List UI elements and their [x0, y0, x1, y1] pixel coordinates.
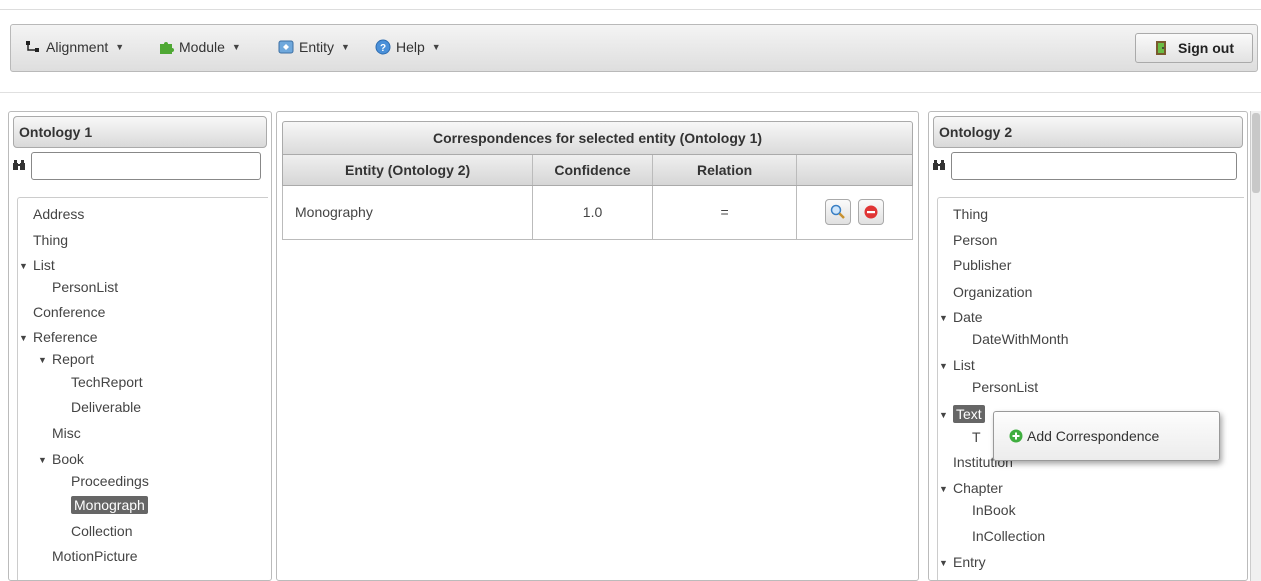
tree-node[interactable]: MotionPicture — [52, 548, 138, 564]
expand-toggle-icon[interactable]: ▼ — [939, 558, 948, 568]
menu-help[interactable]: ? Help ▼ — [375, 39, 441, 55]
add-correspondence-menu-item[interactable]: Add Correspondence — [1027, 428, 1159, 444]
tree-node[interactable]: Reference — [33, 329, 98, 345]
door-exit-icon — [1156, 41, 1166, 55]
tree-node[interactable]: Misc — [52, 425, 81, 441]
ontology1-title: Ontology 1 — [13, 116, 267, 148]
column-header-relation[interactable]: Relation — [653, 155, 798, 185]
correspondences-panel: Correspondences for selected entity (Ont… — [276, 111, 919, 581]
tree-node[interactable]: Entry — [953, 554, 986, 570]
caret-down-icon: ▼ — [115, 42, 125, 52]
help-icon: ? — [375, 39, 391, 55]
tree-node[interactable]: Text — [953, 405, 985, 423]
tree-node[interactable]: TechReport — [71, 374, 143, 390]
tree-node[interactable]: PersonList — [52, 279, 118, 295]
delete-correspondence-button[interactable] — [858, 199, 885, 225]
tree-node[interactable]: DateWithMonth — [972, 331, 1068, 347]
ontology2-search-input[interactable] — [951, 152, 1237, 180]
alignment-icon — [26, 41, 39, 52]
correspondences-header: Entity (Ontology 2) Confidence Relation — [282, 155, 913, 186]
svg-text:?: ? — [380, 43, 386, 54]
ontology1-panel: Ontology 1 Address Thing ▼ List PersonList Co… — [8, 111, 272, 581]
binoculars-icon — [13, 160, 25, 170]
menu-entity-label: Entity — [299, 39, 335, 55]
menu-alignment-label: Alignment — [46, 39, 109, 55]
view-correspondence-button[interactable] — [825, 199, 852, 225]
tree-node[interactable]: Proceedings — [71, 473, 149, 489]
tree-node[interactable]: Monograph — [71, 496, 148, 514]
add-circle-icon — [1009, 429, 1023, 443]
tree-node[interactable]: Chapter — [953, 480, 1003, 496]
column-header-entity[interactable]: Entity (Ontology 2) — [283, 155, 534, 185]
caret-down-icon: ▼ — [231, 42, 241, 52]
cell-actions — [797, 186, 912, 239]
remove-icon — [864, 205, 878, 219]
tree-node[interactable]: T — [972, 429, 981, 445]
caret-down-icon: ▼ — [431, 42, 441, 52]
ontology2-tree: Thing Person Publisher Organization ▼ Date Dat… — [937, 197, 1244, 580]
top-divider — [0, 9, 1261, 10]
toolbar-divider — [0, 92, 1261, 93]
tree-node[interactable]: Deliverable — [71, 399, 141, 415]
page-scrollbar[interactable] — [1250, 111, 1261, 581]
puzzle-icon — [160, 42, 174, 54]
tree-node[interactable]: InBook — [972, 502, 1016, 518]
tree-node[interactable]: Date — [953, 309, 983, 325]
expand-toggle-icon[interactable]: ▼ — [939, 313, 948, 323]
tree-node[interactable]: List — [953, 357, 975, 373]
expand-toggle-icon[interactable]: ▼ — [38, 455, 47, 465]
table-row[interactable]: Monography 1.0 = — [282, 186, 913, 240]
entity-icon — [278, 40, 294, 54]
menu-entity[interactable]: Entity ▼ — [278, 39, 350, 55]
binoculars-icon — [933, 160, 945, 170]
scrollbar-thumb[interactable] — [1252, 113, 1260, 193]
ontology2-title: Ontology 2 — [933, 116, 1243, 148]
expand-toggle-icon[interactable]: ▼ — [19, 333, 28, 343]
expand-toggle-icon[interactable]: ▼ — [38, 355, 47, 365]
tree-node[interactable]: List — [33, 257, 55, 273]
expand-toggle-icon[interactable]: ▼ — [939, 361, 948, 371]
tree-node[interactable]: Publisher — [953, 257, 1011, 273]
cell-confidence: 1.0 — [533, 186, 653, 239]
ontology1-search-input[interactable] — [31, 152, 261, 180]
menu-alignment[interactable]: Alignment ▼ — [25, 39, 124, 55]
expand-toggle-icon[interactable]: ▼ — [19, 261, 28, 271]
tree-node[interactable]: InCollection — [972, 528, 1045, 544]
main-toolbar: Alignment ▼ Module ▼ Entity ▼ ? Help ▼ S… — [10, 24, 1258, 72]
tree-node[interactable]: Conference — [33, 304, 105, 320]
tree-node[interactable]: Report — [52, 351, 94, 367]
ontology2-panel: Ontology 2 Thing Person Publisher Organizat… — [928, 111, 1248, 581]
column-header-actions — [797, 155, 912, 185]
tree-node[interactable]: Collection — [71, 523, 132, 539]
cell-entity: Monography — [283, 186, 534, 239]
ontology1-tree: Address Thing ▼ List PersonList Conference ▼ Re… — [17, 197, 268, 580]
menu-help-label: Help — [396, 39, 425, 55]
tree-node[interactable]: Organization — [953, 284, 1032, 300]
caret-down-icon: ▼ — [341, 42, 350, 52]
tree-node[interactable]: Book — [52, 451, 84, 467]
expand-toggle-icon[interactable]: ▼ — [939, 484, 948, 494]
tree-node[interactable]: Thing — [953, 206, 988, 222]
magnifier-icon — [830, 204, 846, 219]
tree-node[interactable]: Person — [953, 232, 997, 248]
menu-module[interactable]: Module ▼ — [158, 39, 241, 55]
sign-out-button[interactable]: Sign out — [1135, 33, 1253, 63]
context-menu: Add Correspondence — [993, 411, 1220, 461]
tree-node[interactable]: Address — [33, 206, 84, 222]
menu-module-label: Module — [179, 39, 225, 55]
expand-toggle-icon[interactable]: ▼ — [939, 410, 948, 420]
tree-node[interactable]: PersonList — [972, 379, 1038, 395]
tree-node[interactable]: Thing — [33, 232, 68, 248]
sign-out-label: Sign out — [1178, 40, 1234, 56]
column-header-confidence[interactable]: Confidence — [533, 155, 653, 185]
correspondences-title: Correspondences for selected entity (Ont… — [282, 121, 913, 155]
cell-relation: = — [653, 186, 798, 239]
